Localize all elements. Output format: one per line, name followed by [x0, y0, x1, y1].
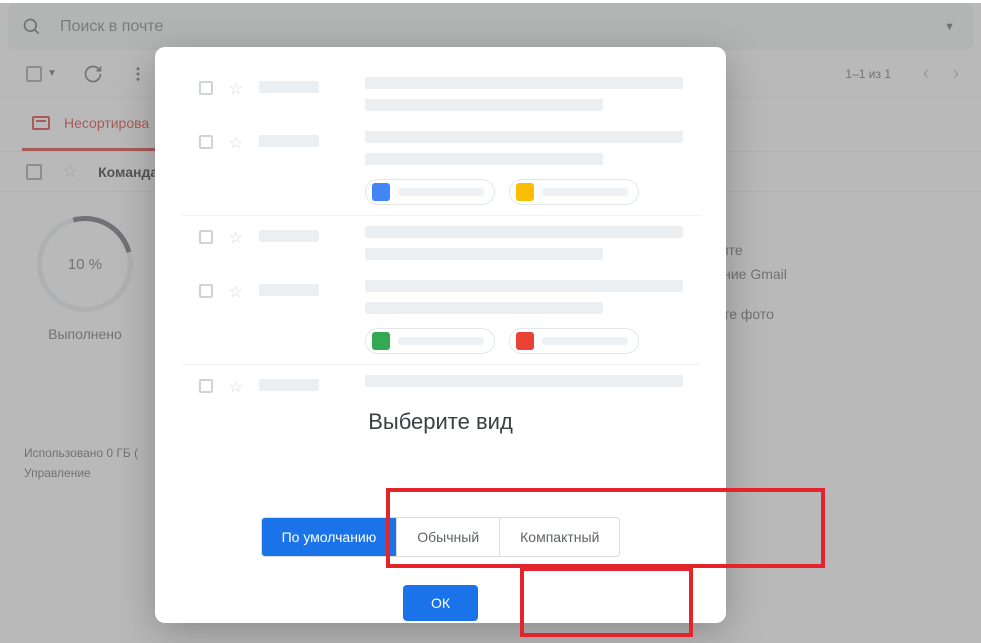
density-segment: По умолчанию Обычный Компактный: [261, 517, 621, 557]
density-modal: ☆ ☆ ☆ ☆: [155, 47, 726, 623]
ok-button[interactable]: ОК: [403, 585, 478, 621]
density-preview: ☆ ☆ ☆ ☆: [181, 67, 701, 397]
modal-title: Выберите вид: [368, 409, 513, 435]
slides-icon: [516, 183, 534, 201]
image-icon: [516, 332, 534, 350]
density-normal-button[interactable]: Обычный: [396, 518, 499, 556]
sheets-icon: [372, 332, 390, 350]
density-compact-button[interactable]: Компактный: [499, 518, 619, 556]
density-default-button[interactable]: По умолчанию: [262, 518, 397, 556]
docs-icon: [372, 183, 390, 201]
